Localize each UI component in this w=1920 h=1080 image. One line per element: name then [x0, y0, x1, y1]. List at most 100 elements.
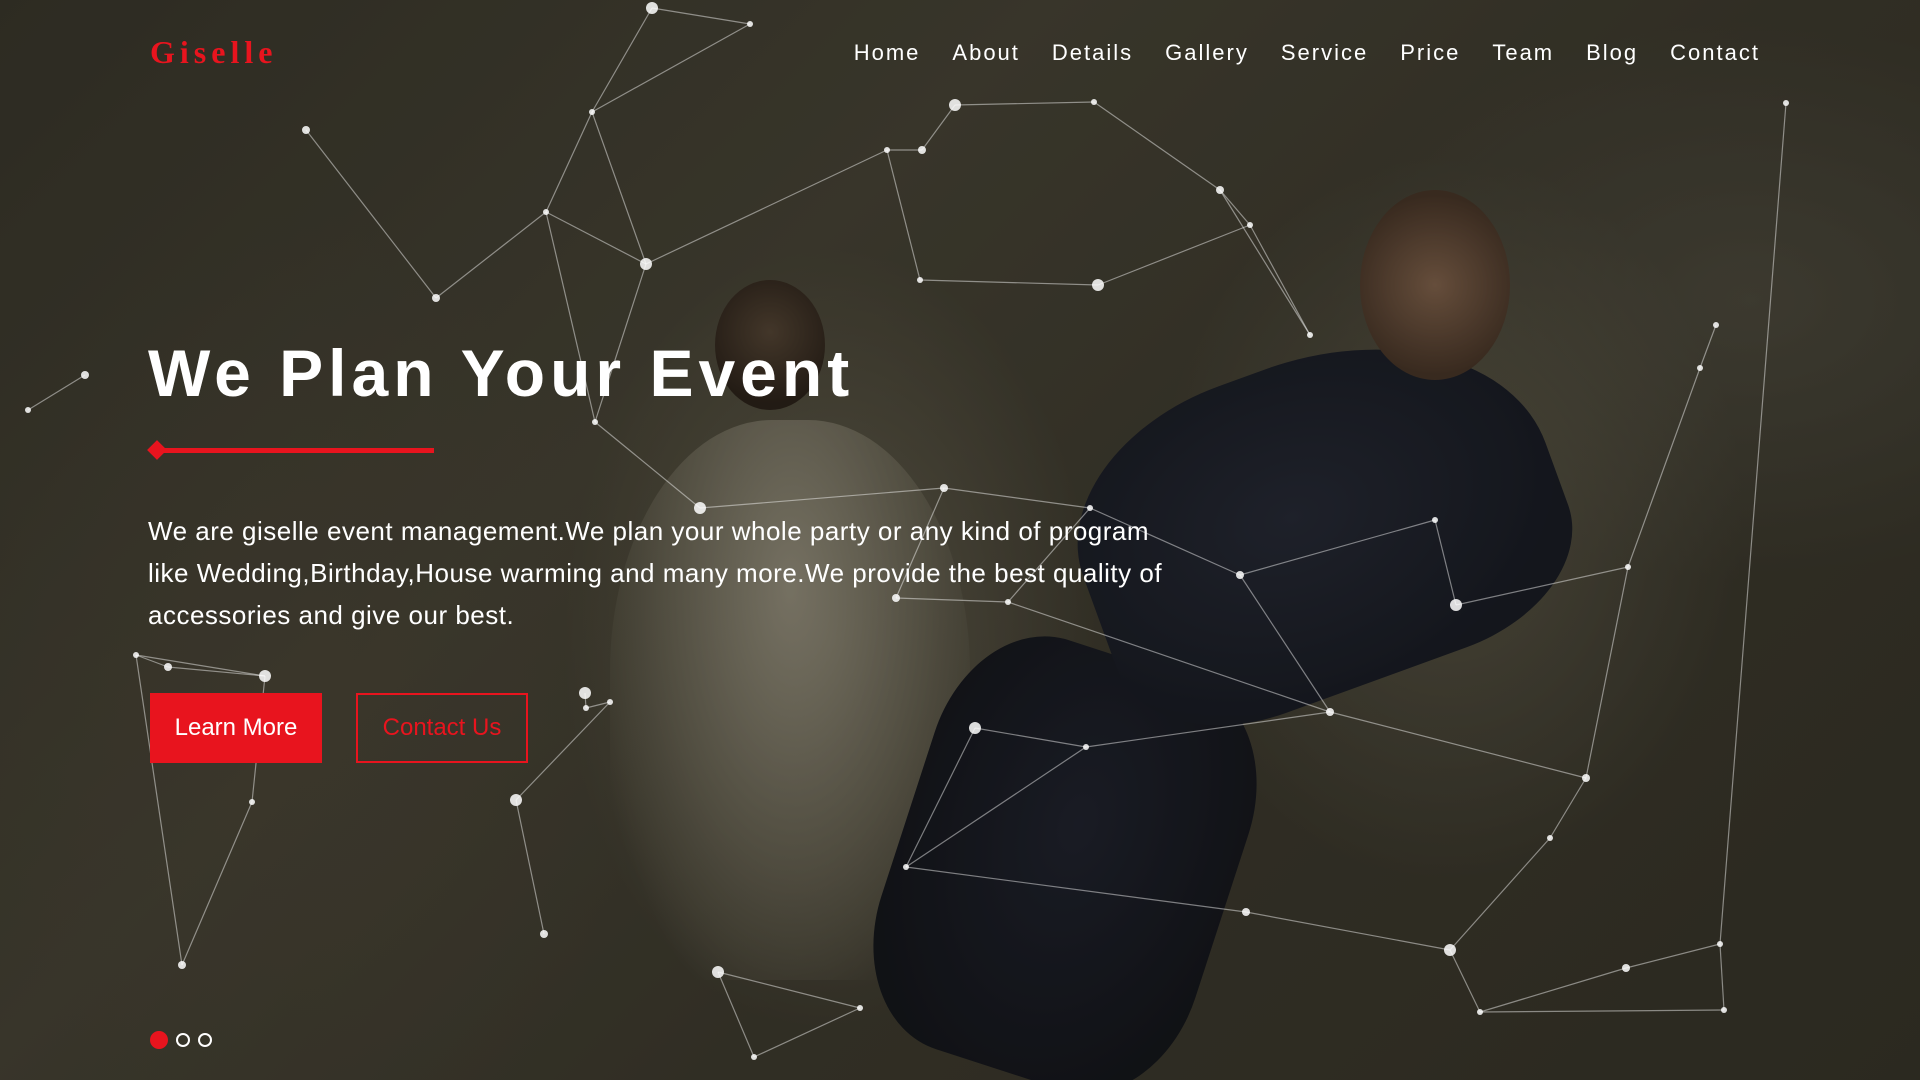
network-line: [591, 7, 653, 113]
network-line: [181, 801, 253, 966]
nav-item-details[interactable]: Details: [1052, 40, 1133, 66]
network-node: [133, 652, 139, 658]
slider-dot[interactable]: [150, 1031, 168, 1049]
network-line: [1549, 777, 1587, 839]
network-line: [1329, 711, 1587, 779]
hero-description: We are giselle event management.We plan …: [148, 516, 1163, 630]
network-node: [178, 961, 186, 969]
network-line: [886, 149, 921, 281]
network-node: [640, 258, 652, 270]
slider-dot[interactable]: [176, 1033, 190, 1047]
network-line: [515, 799, 545, 935]
network-node: [903, 864, 909, 870]
network-node: [917, 277, 923, 283]
nav-item-home[interactable]: Home: [854, 40, 921, 66]
network-node: [302, 126, 310, 134]
network-line: [717, 971, 755, 1058]
network-node: [1326, 708, 1334, 716]
network-node: [949, 99, 961, 111]
nav-item-contact[interactable]: Contact: [1670, 40, 1760, 66]
network-node: [969, 722, 981, 734]
network-node: [164, 663, 172, 671]
network-line: [591, 111, 647, 265]
network-node: [510, 794, 522, 806]
network-node: [1477, 1009, 1483, 1015]
network-line: [545, 111, 593, 213]
network-line: [135, 654, 266, 677]
network-node: [249, 799, 255, 805]
nav-item-team[interactable]: Team: [1492, 40, 1554, 66]
network-line: [699, 487, 945, 509]
network-node: [1092, 279, 1104, 291]
slider-dot[interactable]: [198, 1033, 212, 1047]
network-line: [1479, 1009, 1725, 1013]
network-line: [1627, 367, 1701, 568]
network-node: [712, 966, 724, 978]
contact-us-button[interactable]: Contact Us: [356, 693, 528, 763]
network-line: [515, 701, 611, 801]
learn-more-button[interactable]: Learn More: [150, 693, 322, 763]
network-node: [1721, 1007, 1727, 1013]
network-line: [1449, 837, 1551, 951]
nav-item-service[interactable]: Service: [1281, 40, 1368, 66]
network-node: [540, 930, 548, 938]
network-line: [594, 421, 701, 509]
network-line: [1239, 574, 1331, 713]
network-node: [1083, 744, 1089, 750]
network-node: [1783, 100, 1789, 106]
network-node: [607, 699, 613, 705]
network-line: [1097, 224, 1251, 286]
nav-item-price[interactable]: Price: [1400, 40, 1460, 66]
network-line: [1479, 967, 1627, 1013]
network-node: [1717, 941, 1723, 947]
network-node: [259, 670, 271, 682]
network-line: [905, 746, 1087, 868]
network-node: [25, 407, 31, 413]
network-line: [1625, 943, 1721, 969]
nav-item-blog[interactable]: Blog: [1586, 40, 1638, 66]
network-line: [753, 1007, 861, 1058]
network-node: [432, 294, 440, 302]
network-node: [579, 687, 591, 699]
network-node: [1247, 222, 1253, 228]
network-node: [1242, 908, 1250, 916]
network-line: [1093, 101, 1221, 191]
network-node: [884, 147, 890, 153]
network-node: [81, 371, 89, 379]
main-navigation: Home About Details Gallery Service Price…: [854, 40, 1760, 66]
network-node: [1625, 564, 1631, 570]
divider-line: [158, 448, 434, 453]
nav-item-about[interactable]: About: [952, 40, 1020, 66]
network-line: [921, 104, 956, 151]
network-node: [646, 2, 658, 14]
network-line: [1449, 949, 1481, 1013]
network-node: [1622, 964, 1630, 972]
network-node: [751, 1054, 757, 1060]
network-line: [435, 211, 547, 299]
network-node: [589, 109, 595, 115]
network-node: [1713, 322, 1719, 328]
network-node: [940, 484, 948, 492]
network-node: [583, 705, 589, 711]
network-node: [1216, 186, 1224, 194]
site-logo[interactable]: Giselle: [150, 34, 277, 71]
network-node: [1582, 774, 1590, 782]
hero-section: Giselle Home About Details Gallery Servi…: [0, 0, 1920, 1080]
network-line: [1455, 566, 1629, 606]
network-line: [954, 101, 1095, 106]
network-node: [918, 146, 926, 154]
network-node: [857, 1005, 863, 1011]
network-line: [717, 971, 861, 1009]
network-line: [1219, 189, 1311, 336]
network-line: [1585, 566, 1629, 779]
network-node: [1307, 332, 1313, 338]
network-node: [1091, 99, 1097, 105]
network-node: [592, 419, 598, 425]
slider-pagination: [150, 1031, 212, 1049]
network-line: [1219, 189, 1251, 226]
nav-item-gallery[interactable]: Gallery: [1165, 40, 1249, 66]
network-line: [943, 487, 1091, 509]
network-line: [1249, 224, 1311, 336]
network-node: [1236, 571, 1244, 579]
network-line: [545, 211, 647, 265]
